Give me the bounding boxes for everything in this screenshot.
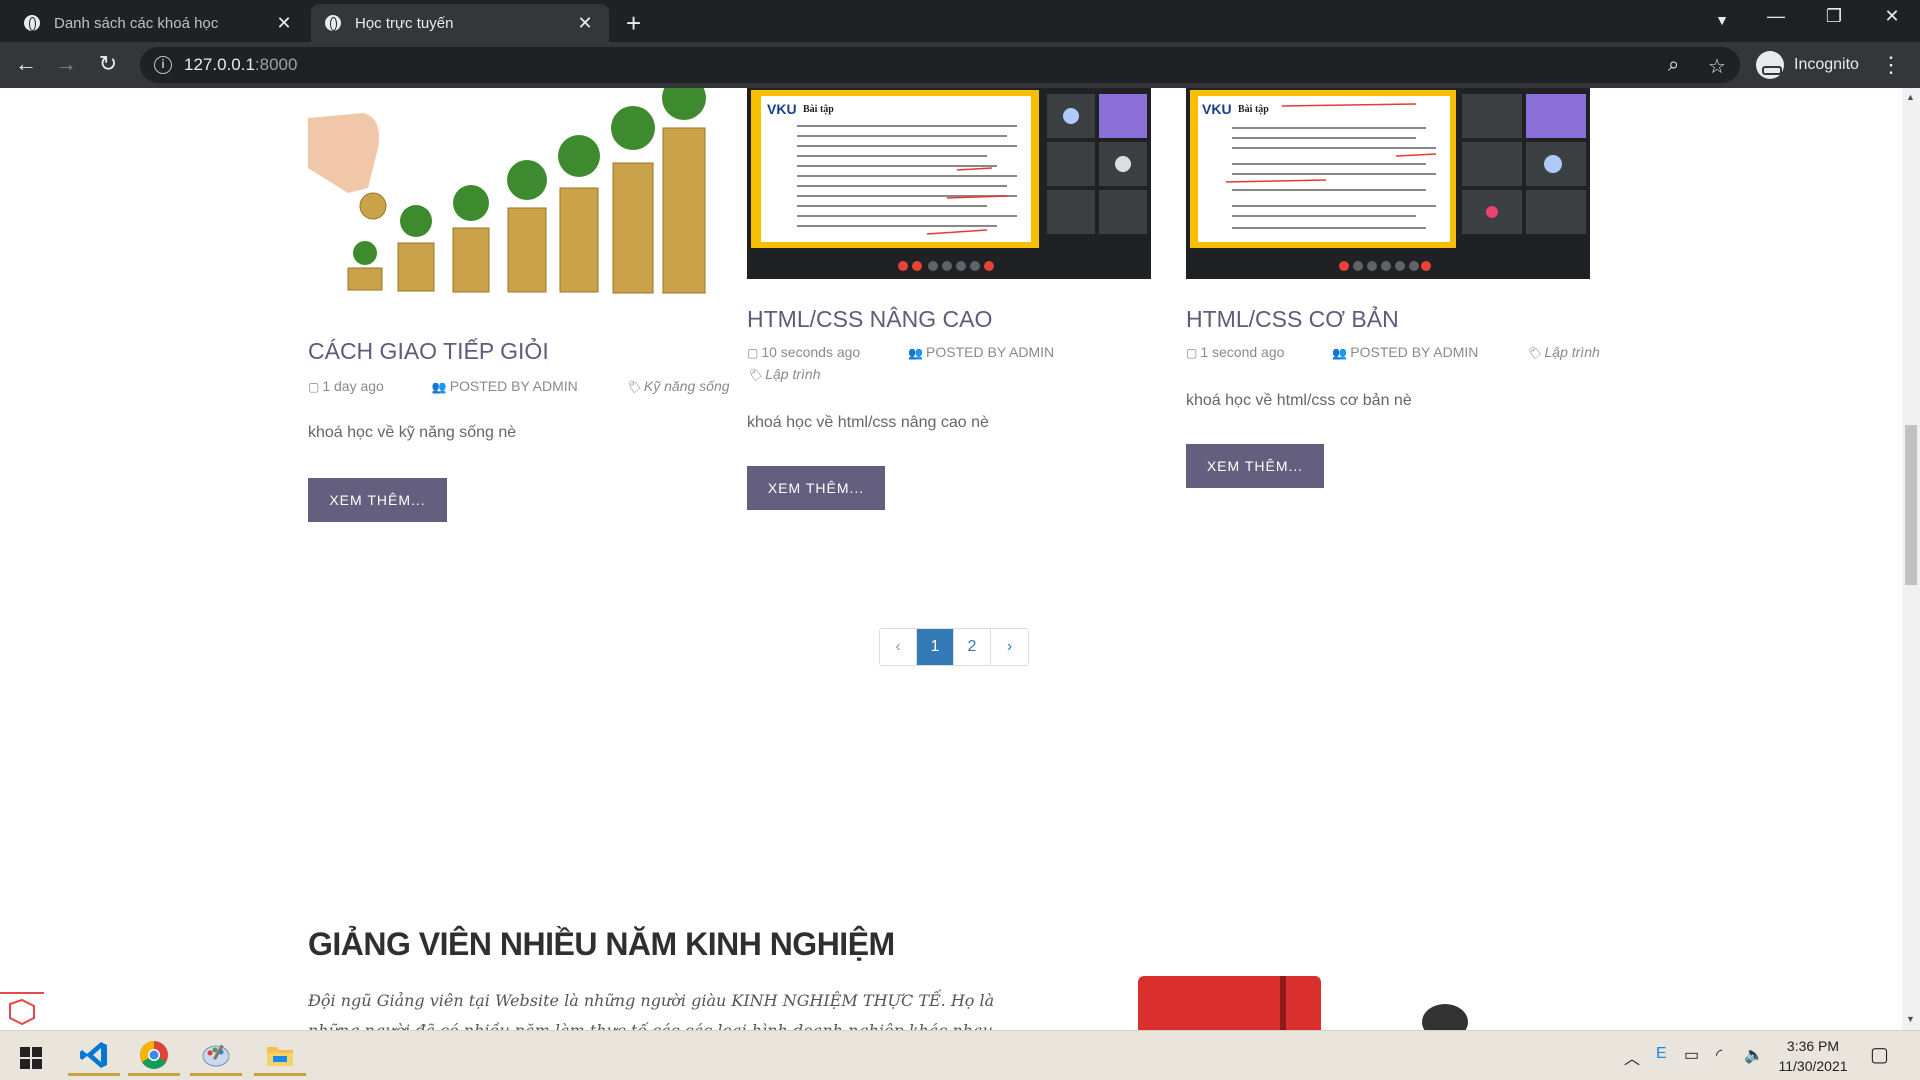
zoom-icon[interactable]: ⌕ (1668, 54, 1679, 77)
debugbar-icon[interactable] (0, 992, 44, 1029)
show-hidden-icons-icon[interactable]: ︿ (1624, 1045, 1640, 1069)
bookmark-star-icon[interactable]: ☆ (1708, 54, 1726, 79)
user-icon: 👥 (431, 380, 447, 394)
calendar-icon: ▢ (308, 380, 320, 394)
page-viewport: CÁCH GIAO TIẾP GIỎI ▢ 1 day ago 👥 POSTED B… (0, 88, 1902, 1030)
pagination: ‹ 1 2 › (879, 628, 1029, 666)
read-more-button[interactable]: XEM THÊM... (747, 466, 885, 510)
close-tab-icon[interactable]: ✕ (274, 13, 294, 34)
windows-taskbar: ︿ Ε ▭ ◜ 🔈 3:36 PM 11/30/2021 ▢ (0, 1030, 1920, 1080)
slide-title: Bài tập (803, 104, 834, 115)
site-info-icon[interactable]: i (154, 56, 172, 74)
browser-tab-online-learning[interactable]: Học trực tuyến ✕ (311, 4, 609, 42)
user-icon: 👥 (908, 346, 924, 360)
notebook-image (1138, 976, 1321, 1030)
globe-icon (325, 15, 341, 31)
back-icon[interactable]: ← (10, 51, 42, 77)
restore-button[interactable]: ❐ (1812, 6, 1856, 27)
course-meta: ▢ 1 second ago 👥 POSTED BY ADMIN 🏷 Lập trìn… (1186, 344, 1644, 360)
battery-icon[interactable]: ▭ (1684, 1045, 1699, 1065)
browser-toolbar: ← → ↻ i 127.0.0.1:8000 ⌕ ☆ Incognito ⋮ (0, 42, 1920, 88)
tab-title: Học trực tuyến (355, 14, 454, 32)
browser-tab-course-list[interactable]: Danh sách các khoá học ✕ (10, 4, 308, 42)
page-scrollbar[interactable]: ▲ ▼ (1902, 88, 1920, 1030)
course-excerpt: khoá học về html/css cơ bản nè (1186, 392, 1412, 409)
pagination-page-2[interactable]: 2 (954, 629, 991, 665)
tab-search-icon[interactable]: ▼ (1700, 12, 1744, 28)
course-excerpt: khoá học về kỹ năng sống nè (308, 424, 517, 441)
course-category[interactable]: Lập trình (765, 366, 820, 382)
course-title[interactable]: CÁCH GIAO TIẾP GIỎI (308, 338, 549, 365)
notification-center-icon[interactable]: ▢ (1870, 1042, 1889, 1067)
incognito-icon (1756, 51, 1784, 79)
section-title: GIẢNG VIÊN NHIỀU NĂM KINH NGHIỆM (308, 926, 895, 962)
pagination-next[interactable]: › (991, 629, 1028, 665)
course-time: 1 second ago (1200, 344, 1285, 360)
windows-start-icon[interactable] (20, 1047, 42, 1069)
incognito-indicator[interactable]: Incognito (1756, 48, 1859, 82)
chrome-icon[interactable] (128, 1036, 180, 1076)
new-tab-button[interactable]: + (626, 8, 641, 39)
input-method-icon[interactable]: Ε (1656, 1045, 1667, 1063)
file-explorer-icon[interactable] (254, 1036, 306, 1076)
reload-icon[interactable]: ↻ (92, 51, 124, 77)
url-host: 127.0.0.1 (184, 55, 255, 74)
section-text: Đội ngũ Giảng viên tại Website là những … (308, 991, 998, 1030)
scrollbar-thumb[interactable] (1905, 425, 1917, 585)
tag-icon: 🏷 (747, 368, 763, 382)
browser-tab-strip: Danh sách các khoá học ✕ Học trực tuyến … (0, 0, 1920, 42)
url-port: :8000 (254, 55, 298, 74)
course-title[interactable]: HTML/CSS CƠ BẢN (1186, 306, 1399, 333)
course-time: 10 seconds ago (761, 344, 861, 360)
vscode-icon[interactable] (68, 1036, 120, 1076)
course-thumbnail[interactable]: VKU Bài tập (1186, 88, 1590, 279)
slide-title: Bài tập (1238, 104, 1269, 115)
incognito-label: Incognito (1794, 56, 1859, 73)
tag-icon: 🏷 (1526, 346, 1542, 360)
course-excerpt: khoá học về html/css nâng cao nè (747, 414, 989, 431)
read-more-button[interactable]: XEM THÊM... (308, 478, 447, 522)
course-thumbnail[interactable] (308, 88, 712, 313)
course-category[interactable]: Lập trình (1545, 344, 1600, 360)
calendar-icon: ▢ (1186, 346, 1198, 360)
wifi-icon[interactable]: ◜ (1716, 1045, 1722, 1065)
read-more-button[interactable]: XEM THÊM... (1186, 444, 1324, 488)
paint-icon[interactable] (190, 1036, 242, 1076)
close-window-button[interactable]: ✕ (1870, 6, 1914, 27)
slide-logo: VKU (1202, 101, 1232, 117)
slide-logo: VKU (767, 101, 797, 117)
address-bar[interactable]: i 127.0.0.1:8000 ⌕ ☆ (140, 47, 1740, 83)
course-title[interactable]: HTML/CSS NÂNG CAO (747, 306, 992, 333)
course-category[interactable]: Kỹ năng sống (644, 378, 730, 394)
course-meta-tag: 🏷 Lập trình (747, 366, 865, 382)
course-author: POSTED BY ADMIN (449, 378, 578, 394)
volume-icon[interactable]: 🔈 (1744, 1045, 1764, 1065)
clock-date: 11/30/2021 (1778, 1058, 1848, 1074)
minimize-button[interactable]: — (1754, 6, 1798, 27)
course-meta: ▢ 1 day ago 👥 POSTED BY ADMIN 🏷 Kỹ năng sốn… (308, 378, 774, 394)
pagination-page-1[interactable]: 1 (917, 629, 954, 665)
close-tab-icon[interactable]: ✕ (575, 13, 595, 34)
scroll-down-icon[interactable]: ▼ (1906, 1014, 1915, 1024)
clock-time: 3:36 PM (1786, 1038, 1840, 1054)
tab-title: Danh sách các khoá học (54, 14, 219, 32)
course-author: POSTED BY ADMIN (1350, 344, 1479, 360)
course-author: POSTED BY ADMIN (926, 344, 1055, 360)
globe-icon (24, 15, 40, 31)
pagination-prev[interactable]: ‹ (880, 629, 917, 665)
menu-icon[interactable]: ⋮ (1880, 52, 1902, 78)
course-time: 1 day ago (322, 378, 384, 394)
course-meta: ▢ 10 seconds ago 👥 POSTED BY ADMIN (747, 344, 1098, 360)
user-icon: 👥 (1332, 346, 1348, 360)
tag-icon: 🏷 (625, 380, 641, 394)
taskbar-clock[interactable]: 3:36 PM 11/30/2021 (1768, 1036, 1858, 1076)
course-thumbnail[interactable]: VKU Bài tập (747, 88, 1151, 279)
scroll-up-icon[interactable]: ▲ (1906, 92, 1915, 102)
camera-image (1422, 1004, 1468, 1030)
forward-icon[interactable]: → (50, 51, 82, 77)
calendar-icon: ▢ (747, 346, 759, 360)
